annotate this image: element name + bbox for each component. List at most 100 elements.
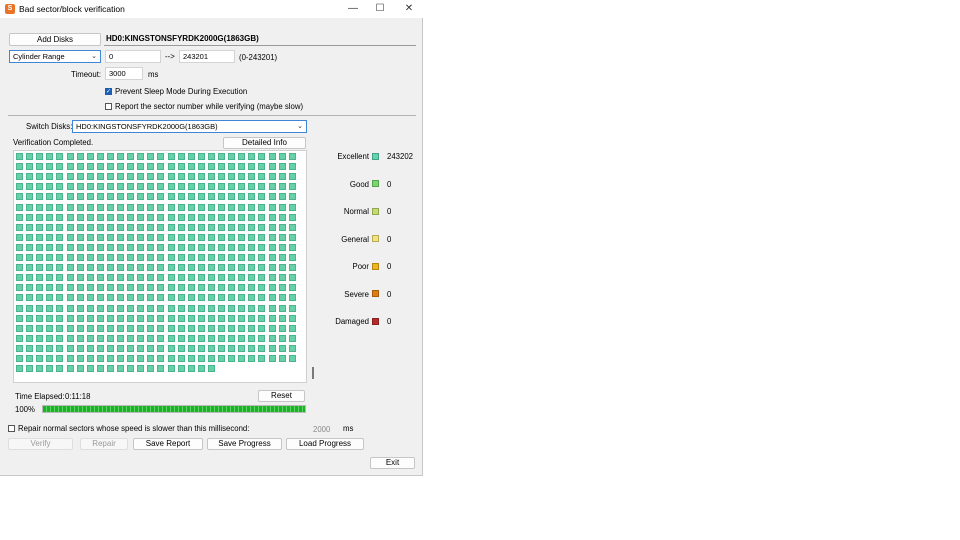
sector-block <box>228 203 236 211</box>
sector-block <box>207 163 215 171</box>
sector-block <box>157 163 165 171</box>
sector-block <box>248 304 256 312</box>
sector-block <box>268 334 276 342</box>
prevent-sleep-checkbox[interactable]: ✓ <box>105 88 112 95</box>
sector-block <box>76 344 84 352</box>
range-start-input[interactable]: 0 <box>105 50 161 63</box>
sector-block <box>86 284 94 292</box>
timeout-input[interactable]: 3000 <box>105 67 143 80</box>
sector-block <box>16 223 23 231</box>
detailed-info-button[interactable]: Detailed Info <box>223 137 306 149</box>
scrollbar-thumb[interactable] <box>312 367 314 379</box>
sector-block <box>228 274 236 282</box>
sector-block <box>66 223 74 231</box>
add-disks-button[interactable]: Add Disks <box>9 33 101 46</box>
sector-block <box>36 183 44 191</box>
sector-block <box>36 264 44 272</box>
sector-block <box>248 355 256 362</box>
sector-block <box>56 223 64 231</box>
repair-checkbox[interactable] <box>8 425 15 432</box>
sector-block <box>187 294 195 302</box>
sector-block <box>187 233 195 241</box>
sector-block <box>238 233 246 241</box>
repair-button[interactable]: Repair <box>80 438 128 450</box>
sector-block <box>167 203 175 211</box>
verify-button[interactable]: Verify <box>8 438 73 450</box>
sector-block <box>56 284 64 292</box>
save-report-button[interactable]: Save Report <box>133 438 203 450</box>
sector-block <box>127 183 135 191</box>
sector-block <box>228 314 236 322</box>
sector-block <box>268 203 276 211</box>
sector-block <box>288 294 296 302</box>
sector-block <box>46 355 54 362</box>
sector-block <box>248 163 256 171</box>
sector-block <box>127 304 135 312</box>
close-button[interactable]: ✕ <box>398 2 420 16</box>
sector-block <box>106 254 114 261</box>
report-sector-checkbox[interactable] <box>105 103 112 110</box>
sector-block <box>157 314 165 322</box>
sector-block <box>197 183 205 191</box>
switch-disks-select[interactable]: HD0:KINGSTONSFYRDK2000G(1863GB) ⌄ <box>72 120 307 133</box>
sector-block <box>218 274 225 282</box>
exit-button[interactable]: Exit <box>370 457 415 469</box>
sector-block <box>46 153 54 160</box>
sector-block <box>56 193 64 201</box>
sector-block <box>46 223 54 231</box>
sector-block <box>238 213 246 221</box>
sector-block <box>177 324 185 332</box>
sector-block <box>127 355 135 362</box>
sector-block <box>106 365 114 373</box>
sector-block <box>46 233 54 241</box>
maximize-button[interactable]: ☐ <box>369 2 391 16</box>
sector-block <box>248 294 256 302</box>
sector-block <box>127 365 135 373</box>
sector-block <box>288 233 296 241</box>
sector-block <box>207 284 215 292</box>
save-progress-button[interactable]: Save Progress <box>207 438 282 450</box>
sector-block <box>66 284 74 292</box>
sector-block <box>137 223 145 231</box>
sector-block <box>288 193 296 201</box>
sector-block <box>288 223 296 231</box>
sector-block <box>76 254 84 261</box>
sector-block <box>96 163 104 171</box>
sector-block <box>137 153 145 160</box>
sector-block <box>36 193 44 201</box>
sector-block <box>106 344 114 352</box>
sector-block <box>258 153 266 160</box>
sector-block <box>76 233 84 241</box>
sector-block <box>96 213 104 221</box>
report-sector-label: Report the sector number while verifying… <box>115 102 304 111</box>
sector-block <box>278 193 286 201</box>
sector-block <box>177 243 185 251</box>
reset-button[interactable]: Reset <box>258 390 305 402</box>
minimize-button[interactable]: — <box>342 2 364 16</box>
sector-block <box>26 213 34 221</box>
sector-block <box>288 264 296 272</box>
range-mode-select[interactable]: Cylinder Range ⌄ <box>9 50 101 63</box>
sector-block <box>207 243 215 251</box>
load-progress-button[interactable]: Load Progress <box>286 438 364 450</box>
sector-block <box>258 334 266 342</box>
repair-ms-input[interactable]: 2000 <box>313 425 330 434</box>
sector-block <box>228 294 236 302</box>
sector-block <box>106 334 114 342</box>
sector-block <box>268 163 276 171</box>
sector-block <box>228 264 236 272</box>
sector-block <box>268 254 276 261</box>
range-end-input[interactable]: 243201 <box>179 50 235 63</box>
sector-block <box>268 344 276 352</box>
sector-block <box>56 243 64 251</box>
sector-block <box>127 294 135 302</box>
sector-block <box>218 304 225 312</box>
sector-block <box>177 254 185 261</box>
sector-block <box>106 233 114 241</box>
sector-block <box>238 183 246 191</box>
sector-block <box>258 294 266 302</box>
sector-block <box>167 153 175 160</box>
sector-block <box>187 365 195 373</box>
sector-block <box>278 355 286 362</box>
sector-block <box>228 163 236 171</box>
